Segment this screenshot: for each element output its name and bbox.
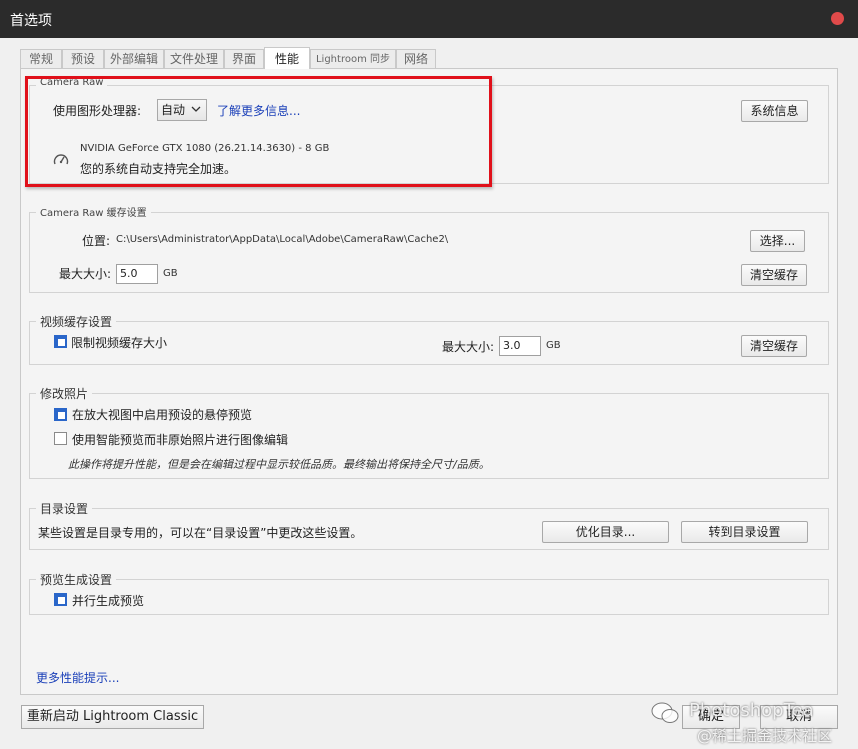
preview-group: 预览生成设置 并行生成预览 [29, 571, 829, 615]
parallel-preview-checkbox[interactable] [54, 593, 67, 606]
video-max-label: 最大大小: [442, 340, 495, 354]
cache-max-input[interactable]: 5.0 [116, 264, 158, 284]
cache-title: Camera Raw 缓存设置 [36, 204, 151, 219]
tab-presets[interactable]: 预设 [62, 49, 104, 69]
video-max-input[interactable]: 3.0 [499, 336, 541, 356]
catalog-title: 目录设置 [36, 500, 93, 517]
develop-title: 修改照片 [36, 385, 93, 402]
purge-video-cache-button[interactable]: 清空缓存 [741, 335, 807, 357]
preview-title: 预览生成设置 [36, 571, 117, 588]
video-cache-title: 视频缓存设置 [36, 313, 117, 330]
video-cache-group: 视频缓存设置 限制视频缓存大小 最大大小: 3.0 GB 清空缓存 [29, 313, 829, 365]
close-icon[interactable] [831, 12, 844, 25]
parallel-preview-label: 并行生成预览 [72, 594, 145, 608]
video-unit: GB [546, 340, 561, 351]
window-title: 首选项 [10, 13, 52, 29]
choose-location-button[interactable]: 选择... [750, 230, 805, 252]
cache-location-label: 位置: [82, 234, 111, 248]
wechat-icon [651, 702, 679, 723]
cache-location-value: C:\Users\Administrator\AppData\Local\Ado… [116, 234, 449, 245]
hover-preview-checkbox[interactable] [54, 408, 67, 421]
tab-lightroom-sync[interactable]: Lightroom 同步 [310, 49, 396, 69]
cache-group: Camera Raw 缓存设置 位置: C:\Users\Administrat… [29, 204, 829, 293]
develop-group: 修改照片 在放大视图中启用预设的悬停预览 使用智能预览而非原始照片进行图像编辑 … [29, 385, 829, 479]
tab-interface[interactable]: 界面 [224, 49, 264, 69]
catalog-description: 某些设置是目录专用的，可以在“目录设置”中更改这些设置。 [38, 526, 363, 540]
tab-performance[interactable]: 性能 [264, 47, 310, 69]
optimize-catalog-button[interactable]: 优化目录... [542, 521, 669, 543]
system-info-button[interactable]: 系统信息 [741, 100, 808, 122]
smart-preview-checkbox[interactable] [54, 432, 67, 445]
hover-preview-label: 在放大视图中启用预设的悬停预览 [72, 408, 253, 422]
purge-cache-button[interactable]: 清空缓存 [741, 264, 807, 286]
watermark-title: PhotoshopTea [689, 700, 814, 721]
more-performance-tips-link[interactable]: 更多性能提示... [36, 669, 119, 686]
tab-external-editing[interactable]: 外部编辑 [104, 49, 164, 69]
restart-button[interactable]: 重新启动 Lightroom Classic [21, 705, 204, 729]
limit-video-cache-label: 限制视频缓存大小 [71, 336, 168, 350]
highlight-box [25, 76, 492, 187]
catalog-group: 目录设置 某些设置是目录专用的，可以在“目录设置”中更改这些设置。 优化目录..… [29, 500, 829, 550]
tab-general[interactable]: 常规 [20, 49, 62, 69]
goto-catalog-settings-button[interactable]: 转到目录设置 [681, 521, 808, 543]
limit-video-cache-checkbox[interactable] [54, 335, 67, 348]
cache-unit: GB [163, 268, 178, 279]
tab-network[interactable]: 网络 [396, 49, 436, 69]
watermark-subtitle: @稀土掘金技术社区 [697, 727, 833, 745]
title-bar: 首选项 [0, 0, 858, 38]
cache-max-label: 最大大小: [59, 267, 112, 281]
tab-file-handling[interactable]: 文件处理 [164, 49, 224, 69]
smart-preview-label: 使用智能预览而非原始照片进行图像编辑 [72, 433, 289, 447]
develop-note: 此操作将提升性能，但是会在编辑过程中显示较低品质。最终输出将保持全尺寸/品质。 [68, 458, 490, 471]
